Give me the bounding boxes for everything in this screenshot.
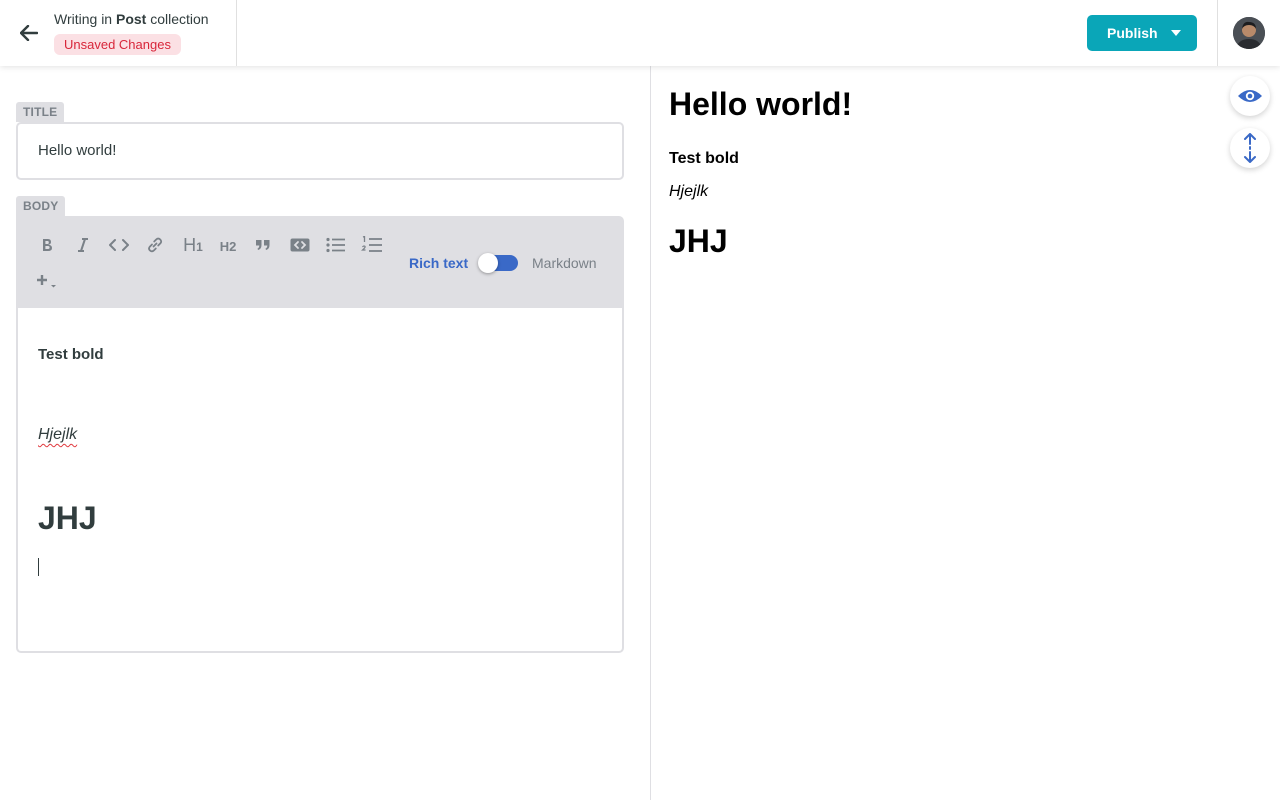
header-divider [236, 0, 237, 66]
preview-italic-paragraph: Hjejlk [669, 183, 709, 200]
quote-button[interactable] [249, 231, 277, 259]
body-heading[interactable]: JHJ [38, 500, 97, 537]
sync-scroll-icon [1244, 133, 1256, 163]
body-bold-paragraph[interactable]: Test bold [38, 346, 104, 363]
title-label: TITLE [16, 102, 65, 122]
title-value[interactable]: Hello world! [38, 142, 116, 159]
add-component-button[interactable] [33, 267, 61, 295]
editor-mode-toggle[interactable] [478, 253, 518, 273]
caret-down-icon[interactable] [1171, 30, 1181, 36]
link-icon [148, 237, 163, 253]
link-button[interactable] [141, 231, 169, 259]
bulleted-list-icon [326, 237, 345, 253]
code-button[interactable] [105, 231, 133, 259]
toggle-preview-button[interactable] [1230, 76, 1270, 116]
bulleted-list-button[interactable] [322, 231, 350, 259]
heading-two-icon: H2 [220, 239, 237, 254]
toggle-knob [478, 253, 498, 273]
heading-one-sub: 1 [196, 239, 203, 254]
quote-icon [256, 240, 270, 250]
heading-two-letter: H [219, 238, 230, 254]
breadcrumb-prefix: Writing in [54, 11, 113, 27]
sync-scroll-button[interactable] [1230, 128, 1270, 168]
heading-one-letter: H [183, 234, 197, 255]
header-divider [1217, 0, 1218, 66]
title-field[interactable]: Hello world! [16, 122, 624, 180]
user-avatar-icon [1233, 17, 1265, 49]
status-badge: Unsaved Changes [54, 34, 181, 55]
body-label: BODY [16, 196, 66, 216]
italic-button[interactable] [69, 231, 97, 259]
app-header: Writing in Post collection Unsaved Chang… [0, 0, 1280, 66]
heading-one-icon: H1 [183, 235, 203, 256]
eye-icon [1238, 90, 1262, 102]
markdown-mode-label[interactable]: Markdown [532, 255, 597, 271]
heading-two-button[interactable]: H2 [214, 232, 242, 260]
text-cursor [38, 558, 39, 576]
preview-title: Hello world! [669, 86, 853, 122]
bold-button[interactable] [33, 231, 61, 259]
heading-one-button[interactable]: H1 [177, 231, 209, 259]
numbered-list-button[interactable] [358, 231, 386, 259]
preview-heading: JHJ [669, 223, 728, 259]
heading-two-sub: 2 [229, 238, 237, 254]
breadcrumb: Writing in Post collection [54, 11, 209, 27]
breadcrumb-suffix: collection [150, 11, 209, 27]
add-component-icon [37, 275, 56, 288]
body-editor[interactable] [16, 308, 624, 653]
code-block-button[interactable] [286, 231, 314, 259]
body-italic-paragraph[interactable]: Hjejlk [38, 426, 77, 444]
publish-label: Publish [1107, 25, 1158, 41]
back-button[interactable] [14, 19, 44, 47]
italic-icon [78, 238, 88, 252]
avatar[interactable] [1233, 17, 1265, 49]
code-block-icon [290, 238, 310, 252]
bold-icon [43, 239, 52, 251]
collection-name: Post [115, 11, 147, 27]
numbered-list-icon [361, 236, 382, 252]
arrow-left-icon [20, 25, 38, 41]
rich-text-mode-label[interactable]: Rich text [409, 255, 468, 271]
preview-bold-paragraph: Test bold [669, 150, 739, 167]
code-icon [109, 239, 129, 251]
preview-pane [651, 66, 1280, 800]
publish-button[interactable]: Publish [1087, 15, 1197, 51]
